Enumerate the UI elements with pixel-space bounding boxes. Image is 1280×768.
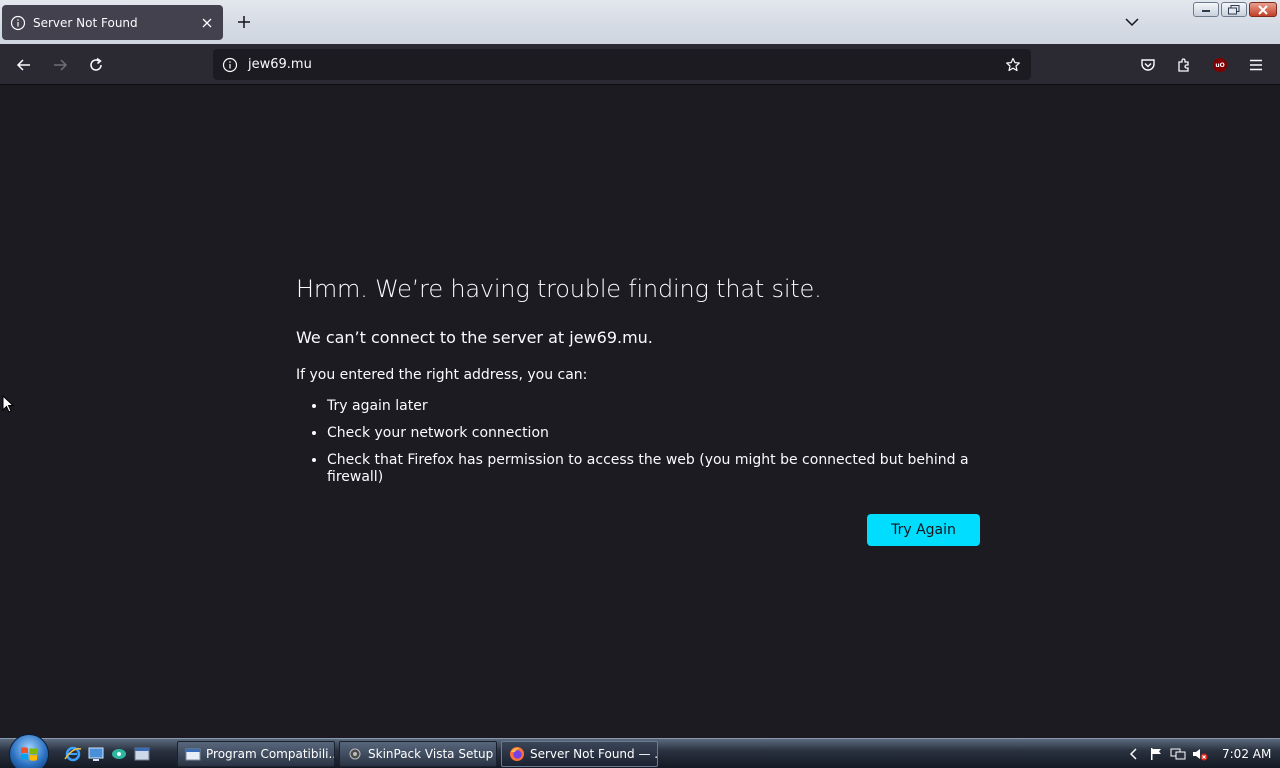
windows-logo-icon: [21, 747, 37, 761]
task-label: SkinPack Vista Setup: [368, 747, 494, 761]
url-bar[interactable]: jew69.mu: [213, 49, 1031, 80]
show-desktop-icon[interactable]: [87, 745, 105, 763]
error-hint: If you entered the right address, you ca…: [296, 367, 588, 383]
mouse-cursor-icon: [2, 394, 15, 417]
action-center-flag-icon[interactable]: [1148, 746, 1164, 762]
navigation-toolbar: jew69.mu uO: [0, 44, 1280, 85]
back-button[interactable]: [11, 52, 37, 78]
taskbar: Program Compatibili... SkinPack Vista Se…: [0, 734, 1280, 768]
ublock-button[interactable]: uO: [1207, 52, 1233, 78]
list-item: Check that Firefox has permission to acc…: [327, 452, 996, 486]
close-window-button[interactable]: [1249, 2, 1277, 17]
reload-icon: [90, 57, 102, 71]
minimize-button[interactable]: [1193, 2, 1219, 17]
extensions-button[interactable]: [1171, 52, 1197, 78]
internet-explorer-icon[interactable]: [64, 745, 82, 763]
system-tray: 7:02 AM: [1120, 739, 1280, 768]
back-arrow-icon: [16, 59, 30, 71]
error-description: We can’t connect to the server at jew69.…: [296, 328, 653, 347]
url-text[interactable]: jew69.mu: [248, 57, 1003, 72]
plus-icon: [238, 16, 250, 28]
setup-icon: [347, 746, 363, 762]
window-controls: [1193, 2, 1277, 17]
forward-button[interactable]: [47, 52, 73, 78]
pocket-button[interactable]: [1135, 52, 1161, 78]
taskbar-task-firefox[interactable]: Server Not Found — ...: [501, 741, 658, 767]
chevron-down-icon: [1125, 18, 1139, 27]
ublock-icon: uO: [1213, 58, 1227, 72]
suggestion-list: Try again later Check your network conne…: [296, 398, 996, 486]
start-button[interactable]: [9, 734, 49, 768]
taskbar-task-skinpack-setup[interactable]: SkinPack Vista Setup: [339, 741, 497, 767]
program-compatibility-icon: [185, 746, 201, 762]
extensions-puzzle-icon: [1178, 58, 1189, 72]
forward-arrow-icon: [54, 59, 68, 71]
chevron-left-icon[interactable]: [1126, 746, 1142, 762]
window-list-icon[interactable]: [133, 745, 151, 763]
menu-button[interactable]: [1243, 52, 1269, 78]
tab-title: Server Not Found: [33, 15, 138, 30]
try-again-button[interactable]: Try Again: [867, 514, 980, 546]
list-item: Try again later: [327, 398, 996, 415]
tab-strip: Server Not Found: [0, 0, 1280, 44]
clock[interactable]: 7:02 AM: [1222, 747, 1271, 761]
reload-button[interactable]: [83, 52, 109, 78]
taskbar-task-program-compatibility[interactable]: Program Compatibili...: [177, 741, 335, 767]
task-label: Program Compatibili...: [206, 747, 335, 761]
star-icon[interactable]: [1003, 55, 1023, 75]
firefox-icon: [509, 746, 525, 762]
list-all-tabs-button[interactable]: [1122, 12, 1142, 32]
volume-muted-icon[interactable]: [1192, 746, 1208, 762]
error-page: Hmm. We’re having trouble finding that s…: [0, 85, 1280, 738]
pocket-icon: [1141, 59, 1155, 71]
menu-hamburger-icon: [1250, 59, 1262, 71]
restore-button[interactable]: [1221, 2, 1247, 17]
info-icon: [10, 15, 26, 31]
close-icon[interactable]: [199, 15, 215, 31]
error-container: Hmm. We’re having trouble finding that s…: [296, 275, 996, 496]
switch-windows-icon[interactable]: [110, 745, 128, 763]
network-icon[interactable]: [1170, 746, 1186, 762]
new-tab-button[interactable]: [234, 12, 254, 32]
task-label: Server Not Found — ...: [530, 747, 658, 761]
error-title: Hmm. We’re having trouble finding that s…: [296, 275, 822, 303]
list-item: Check your network connection: [327, 425, 996, 442]
site-info-icon[interactable]: [221, 56, 239, 74]
tab-server-not-found[interactable]: Server Not Found: [2, 5, 223, 40]
